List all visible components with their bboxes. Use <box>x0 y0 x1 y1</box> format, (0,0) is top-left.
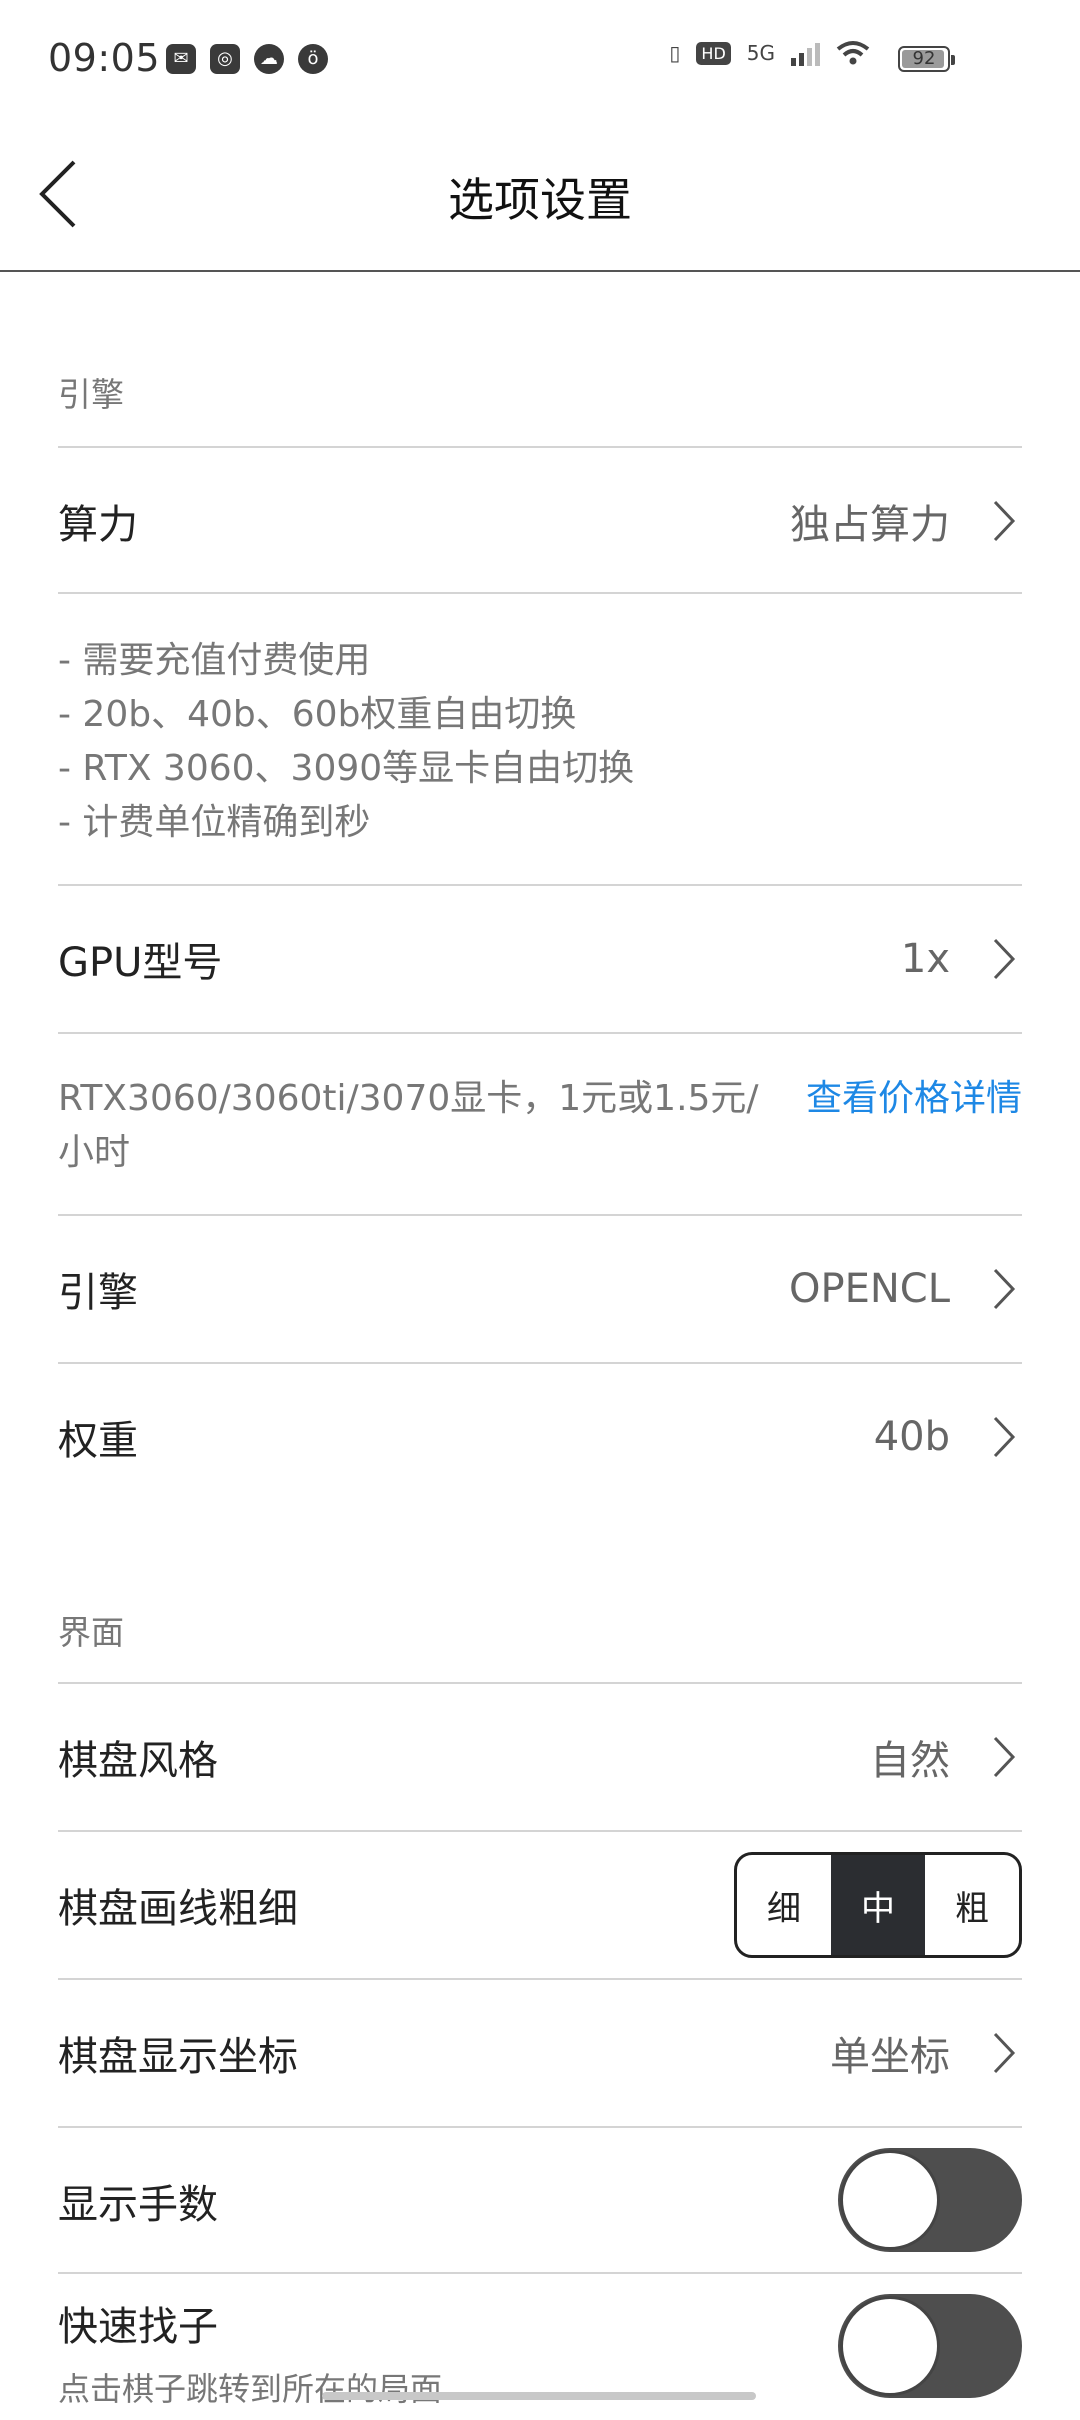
compute-label: 算力 <box>58 502 138 548</box>
weights-value: 40b <box>873 1414 950 1460</box>
chevron-right-icon <box>993 938 1016 980</box>
note-line: - 需要充值付费使用 <box>58 640 371 681</box>
toggle-knob <box>840 2150 940 2250</box>
battery-icon: 92 <box>898 46 955 72</box>
status-indicators: ▯ HD 5G <box>669 40 870 66</box>
gpu-label: GPU型号 <box>58 940 223 986</box>
price-details-link[interactable]: 查看价格详情 <box>794 1072 1022 1126</box>
compute-notes: - 需要充值付费使用 - 20b、40b、60b权重自由切换 - RTX 306… <box>58 634 1022 850</box>
vibrate-icon: ▯ <box>669 41 681 65</box>
board-style-label: 棋盘风格 <box>58 1738 218 1784</box>
chevron-right-icon <box>993 1736 1016 1778</box>
app-bar: 选项设置 <box>0 120 1080 272</box>
section-label-engine: 引擎 <box>58 375 124 414</box>
quick-find-label: 快速找子 <box>58 2304 218 2350</box>
cloud-icon: ☁ <box>254 44 284 74</box>
weights-row[interactable]: 权重 40b <box>58 1364 1022 1510</box>
engine-value: OPENCL <box>788 1266 950 1312</box>
section-label-ui: 界面 <box>58 1613 124 1652</box>
weights-label: 权重 <box>58 1418 138 1464</box>
chevron-right-icon <box>993 1268 1016 1310</box>
line-width-option-thin[interactable]: 细 <box>737 1855 831 1955</box>
signal-icon <box>791 40 820 66</box>
line-width-option-medium[interactable]: 中 <box>831 1855 925 1955</box>
show-moves-toggle[interactable] <box>838 2148 1022 2252</box>
chevron-right-icon <box>993 500 1016 542</box>
gpu-value: 1x <box>900 936 950 982</box>
line-width-selector[interactable]: 细 中 粗 <box>734 1852 1022 1958</box>
notification-icons: ✉ ◎ ☁ ö <box>166 44 328 74</box>
coords-label: 棋盘显示坐标 <box>58 2034 298 2080</box>
wifi-icon <box>836 41 870 65</box>
page-title: 选项设置 <box>448 173 632 227</box>
status-bar: 09:05 ✉ ◎ ☁ ö ▯ HD 5G 92 <box>0 0 1080 120</box>
engine-label: 引擎 <box>58 1270 138 1316</box>
line-width-row: 棋盘画线粗细 细 中 粗 <box>58 1832 1022 1978</box>
show-moves-row: 显示手数 <box>58 2128 1022 2274</box>
divider <box>58 592 1022 594</box>
board-style-value: 自然 <box>870 1738 950 1784</box>
chevron-right-icon <box>993 2032 1016 2074</box>
quick-find-toggle[interactable] <box>838 2294 1022 2398</box>
line-width-label: 棋盘画线粗细 <box>58 1886 298 1932</box>
toggle-knob <box>840 2296 940 2396</box>
status-time: 09:05 <box>48 36 161 80</box>
line-width-option-thick[interactable]: 粗 <box>925 1855 1019 1955</box>
note-line: - RTX 3060、3090等显卡自由切换 <box>58 748 635 789</box>
owl-icon: ö <box>298 44 328 74</box>
network-label: 5G <box>746 41 775 65</box>
coords-value: 单坐标 <box>830 2034 950 2080</box>
quick-find-subtext: 点击棋子跳转到所在的局面 <box>58 2370 443 2408</box>
note-line: - 20b、40b、60b权重自由切换 <box>58 694 577 735</box>
note-line: - 计费单位精确到秒 <box>58 802 371 843</box>
compute-row[interactable]: 算力 独占算力 <box>58 448 1022 594</box>
hd-icon: HD <box>696 41 731 65</box>
show-moves-label: 显示手数 <box>58 2182 218 2228</box>
globe-icon: ◎ <box>210 44 240 74</box>
compute-value: 独占算力 <box>790 502 950 548</box>
coords-row[interactable]: 棋盘显示坐标 单坐标 <box>58 1980 1022 2126</box>
gpu-price-note: RTX3060/3060ti/3070显卡，1元或1.5元/小时 <box>58 1078 759 1173</box>
mail-icon: ✉ <box>166 44 196 74</box>
board-style-row[interactable]: 棋盘风格 自然 <box>58 1684 1022 1830</box>
engine-row[interactable]: 引擎 OPENCL <box>58 1216 1022 1362</box>
divider <box>58 1032 1022 1034</box>
gpu-row[interactable]: GPU型号 1x <box>58 886 1022 1032</box>
home-indicator[interactable] <box>322 2392 756 2400</box>
chevron-right-icon <box>993 1416 1016 1458</box>
